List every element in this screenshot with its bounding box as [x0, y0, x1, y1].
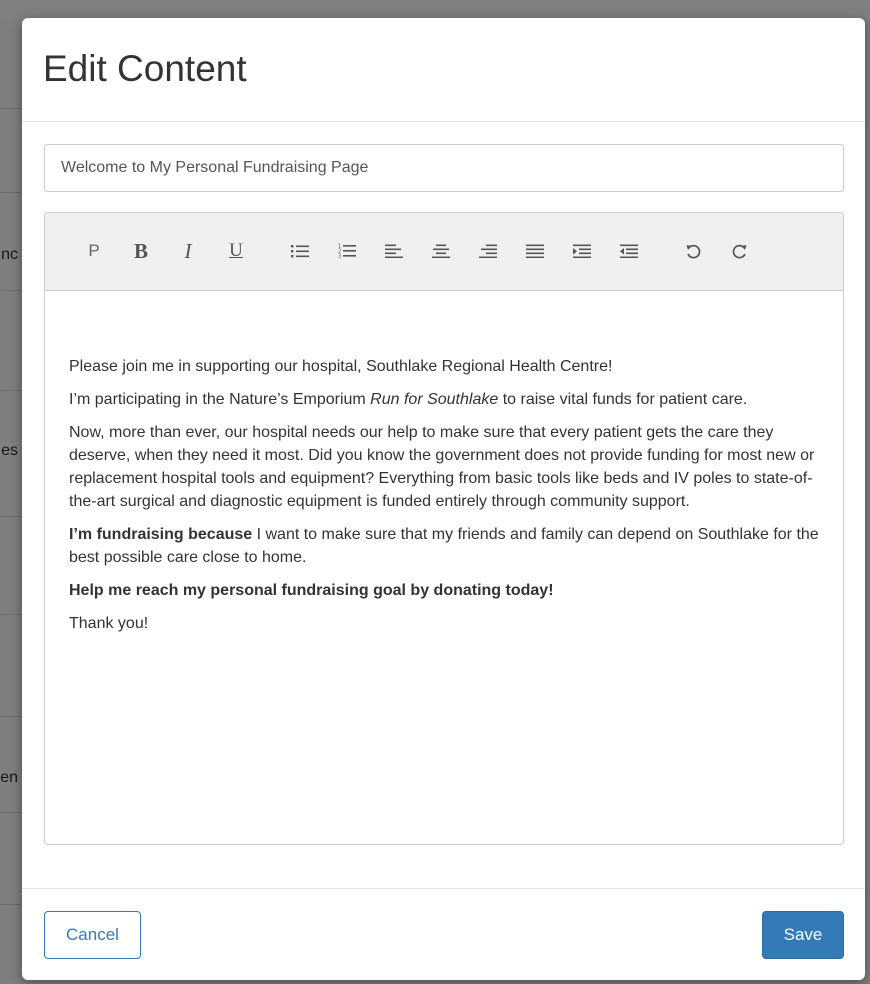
paragraph-button[interactable]: P [79, 235, 109, 267]
content-paragraph: Help me reach my personal fundraising go… [69, 579, 819, 602]
modal-header: Edit Content [22, 18, 865, 122]
align-right-button[interactable] [473, 235, 503, 267]
rich-text-editor: P B I U 1 2 3 Please join me in supporti… [44, 212, 844, 845]
undo-button[interactable] [678, 235, 708, 267]
cancel-button[interactable]: Cancel [44, 911, 141, 959]
ordered-list-icon: 1 2 3 [338, 244, 356, 260]
content-paragraph: Please join me in supporting our hospita… [69, 355, 819, 378]
bold-button[interactable]: B [126, 235, 156, 267]
content-paragraph: I’m participating in the Nature’s Empori… [69, 388, 819, 411]
bold-text: I’m fundraising because [69, 526, 253, 543]
undo-icon [686, 244, 701, 259]
page-title-input[interactable] [44, 144, 844, 192]
align-center-button[interactable] [426, 235, 456, 267]
content-paragraph: Now, more than ever, our hospital needs … [69, 421, 819, 513]
modal-body: P B I U 1 2 [22, 122, 865, 888]
align-right-icon [479, 244, 497, 258]
align-left-button[interactable] [379, 235, 409, 267]
content-paragraph: Thank you! [69, 612, 819, 635]
unordered-list-button[interactable] [285, 235, 315, 267]
bold-text: Help me reach my personal fundraising go… [69, 582, 554, 599]
redo-button[interactable] [725, 235, 755, 267]
align-justify-icon [526, 244, 544, 258]
italic-button[interactable]: I [173, 235, 203, 267]
svg-text:3: 3 [338, 254, 341, 260]
outdent-button[interactable] [614, 235, 644, 267]
underline-button[interactable]: U [221, 235, 251, 267]
editor-toolbar: P B I U 1 2 3 [45, 213, 843, 291]
edit-content-modal: Edit Content P B I U [22, 18, 865, 980]
redo-icon [732, 244, 747, 259]
indent-button[interactable] [567, 235, 597, 267]
modal-title: Edit Content [43, 48, 247, 89]
unordered-list-icon [291, 245, 309, 258]
paragraph-text: Thank you! [69, 615, 149, 632]
paragraph-text: Now, more than ever, our hospital needs … [69, 424, 815, 510]
save-button[interactable]: Save [762, 911, 844, 959]
editor-content-area[interactable]: Please join me in supporting our hospita… [45, 291, 843, 844]
paragraph-text: I’m participating in the Nature’s Empori… [69, 391, 371, 408]
paragraph-text: to raise vital funds for patient care. [498, 391, 748, 408]
indent-icon [573, 244, 591, 258]
align-left-icon [385, 244, 403, 258]
ordered-list-button[interactable]: 1 2 3 [332, 235, 362, 267]
align-center-icon [432, 244, 450, 258]
paragraph-text: Please join me in supporting our hospita… [69, 358, 613, 375]
top-strip [0, 0, 870, 18]
event-name-italic: Run for Southlake [370, 391, 499, 408]
modal-footer: Cancel Save [22, 888, 865, 980]
content-paragraph: I’m fundraising because I want to make s… [69, 523, 819, 569]
align-justify-button[interactable] [520, 235, 550, 267]
outdent-icon [620, 244, 638, 258]
